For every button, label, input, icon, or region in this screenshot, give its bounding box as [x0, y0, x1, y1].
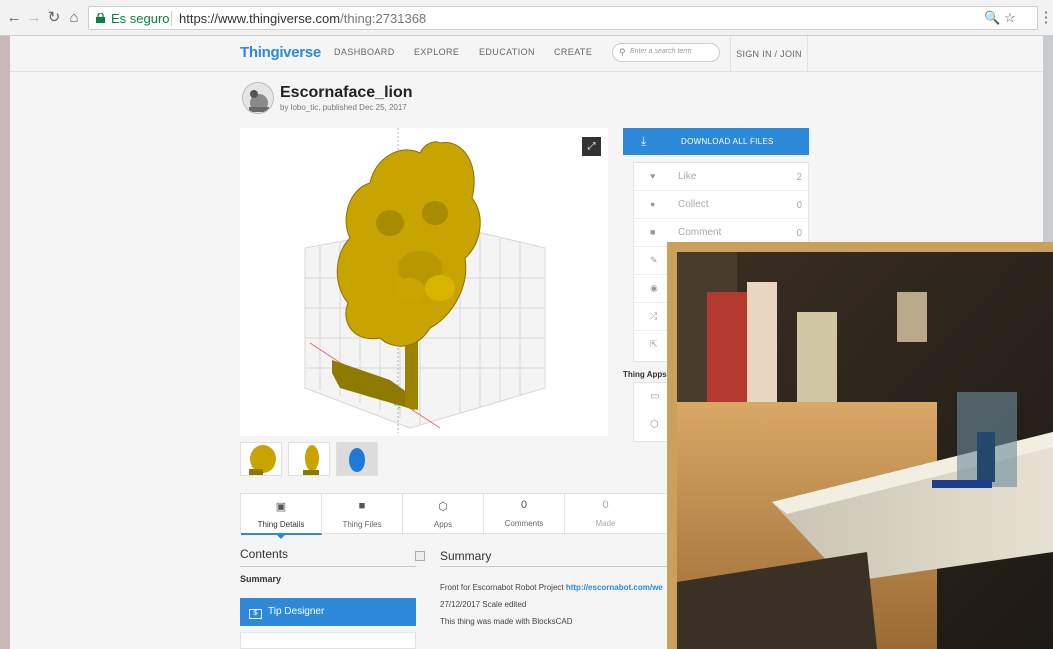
tab-made[interactable]: 0 Made [565, 494, 646, 535]
active-tab-arrow [276, 534, 286, 539]
page-title: Escornaface_lion [280, 84, 413, 101]
tip-designer-button[interactable]: $ Tip Designer [240, 598, 416, 626]
thumbnail-2-image [303, 445, 319, 475]
signin-button[interactable]: SIGN IN / JOIN [730, 36, 808, 72]
tab-label: Thing Files [342, 520, 382, 529]
money-icon: $ [249, 609, 262, 619]
url-separator [171, 11, 172, 26]
menu-icon[interactable]: ⋮ [1038, 9, 1053, 27]
site-header: Thingiverse DASHBOARD EXPLORE EDUCATION … [10, 36, 1043, 72]
comments-count: 0 [520, 499, 528, 511]
summary-heading: Summary [440, 549, 492, 563]
tab-label: Comments [504, 519, 544, 528]
fullscreen-icon[interactable]: ⤢ [582, 137, 601, 156]
monitor-icon[interactable]: ▭ [650, 391, 659, 402]
contents-divider [240, 566, 416, 567]
forward-icon[interactable]: → [26, 9, 42, 27]
search-placeholder: Enter a search term [630, 48, 692, 55]
search-icon: ⚲ [619, 47, 626, 57]
search-input[interactable]: ⚲ Enter a search term [612, 43, 720, 62]
back-icon[interactable]: ← [6, 9, 22, 27]
byline: by lobo_tic, published Dec 25, 2017 [280, 103, 407, 112]
tab-comments[interactable]: 0 Comments [484, 494, 565, 535]
shuffle-icon: ⤮ [650, 311, 658, 321]
download-icon: ⤓ [641, 134, 647, 148]
bookmark-star-icon[interactable]: ☆ [1004, 10, 1016, 26]
eye-icon: ◉ [650, 283, 658, 293]
summary-line-1: Front for Escornabot Robot Project http:… [440, 583, 663, 592]
summary-line-2: 27/12/2017 Scale edited [440, 600, 527, 609]
overlay-photo-image [677, 252, 1053, 649]
nav-create[interactable]: CREATE [554, 47, 592, 57]
model-render [304, 128, 546, 433]
browser-toolbar: ← → ↻ ⌂ Es seguro https://www.thingivers… [0, 0, 1053, 36]
collect-icon: ● [650, 199, 656, 209]
avatar[interactable] [242, 82, 274, 114]
download-all-files-button[interactable]: ⤓ DOWNLOAD ALL FILES [623, 128, 809, 155]
tab-thing-files[interactable]: ■ Thing Files [322, 494, 403, 535]
model-viewer[interactable]: ⤢ [240, 128, 608, 436]
thumbnail-3-image [337, 443, 377, 475]
nav-explore[interactable]: EXPLORE [414, 47, 459, 57]
thumbnail-3[interactable] [336, 442, 378, 476]
collect-button[interactable]: ● Collect 0 [634, 191, 810, 219]
thumbnail-2[interactable] [288, 442, 330, 476]
avatar-image [243, 83, 273, 113]
thumbnail-1[interactable] [240, 442, 282, 476]
collect-label: Collect [678, 199, 709, 210]
url-path: /thing:2731368 [340, 11, 427, 26]
url-host: https://www.thingiverse.com [179, 11, 341, 26]
like-count: 2 [796, 172, 802, 183]
tab-label: Thing Details [257, 520, 305, 529]
like-button[interactable]: ♥ Like 2 [634, 163, 810, 191]
thing-tabs: ▣ Thing Details ■ Thing Files ⬡ Apps 0 C… [240, 493, 680, 539]
summary-divider [440, 566, 680, 567]
comment-count: 0 [796, 228, 802, 239]
share-icon: ⇱ [650, 339, 658, 349]
nav-education[interactable]: EDUCATION [479, 47, 535, 57]
overlay-photo [677, 252, 1053, 649]
secure-label: Es seguro [111, 11, 170, 26]
home-icon[interactable]: ⌂ [66, 9, 82, 27]
summary-line-3: This thing was made with BlocksCAD [440, 617, 573, 626]
tab-label: Apps [433, 520, 453, 529]
made-count: 0 [602, 499, 609, 511]
tab-label: Made [595, 519, 616, 528]
contents-summary-link[interactable]: Summary [240, 574, 281, 584]
overlay-photo-frame [667, 242, 1053, 649]
summary-line-1-text: Front for Escornabot Robot Project [440, 583, 566, 592]
collect-count: 0 [796, 200, 802, 211]
nav-dashboard[interactable]: DASHBOARD [334, 47, 395, 57]
comment-label: Comment [678, 227, 722, 238]
logo[interactable]: Thingiverse [240, 44, 321, 61]
escornabot-link[interactable]: http://escornabot.com/we [566, 583, 663, 592]
thumbnail-1-image [249, 445, 276, 475]
summary-image-icon [415, 551, 425, 561]
contents-heading: Contents [240, 547, 289, 561]
cube-icon[interactable]: ⬡ [650, 419, 659, 430]
details-icon: ▣ [275, 501, 287, 513]
like-label: Like [678, 171, 697, 182]
zoom-icon[interactable]: 🔍 [984, 10, 1000, 26]
background-left-strip [0, 36, 10, 649]
download-label: DOWNLOAD ALL FILES [681, 137, 774, 146]
files-icon: ■ [358, 500, 366, 512]
thing-apps-heading: Thing Apps [623, 370, 667, 379]
tip-designer-label: Tip Designer [268, 606, 325, 617]
lock-icon [96, 13, 105, 23]
heart-icon: ♥ [650, 171, 656, 181]
comment-icon: ■ [650, 227, 656, 237]
next-content-item[interactable] [240, 632, 416, 649]
url-text[interactable]: https://www.thingiverse.com/thing:273136… [179, 11, 426, 26]
tab-thing-details[interactable]: ▣ Thing Details [241, 494, 322, 539]
address-bar[interactable]: Es seguro https://www.thingiverse.com/th… [88, 6, 1038, 30]
tab-apps[interactable]: ⬡ Apps [403, 494, 484, 535]
cube-icon: ⬡ [438, 501, 448, 513]
reload-icon[interactable]: ↻ [46, 9, 62, 27]
edit-icon: ✎ [650, 255, 658, 265]
